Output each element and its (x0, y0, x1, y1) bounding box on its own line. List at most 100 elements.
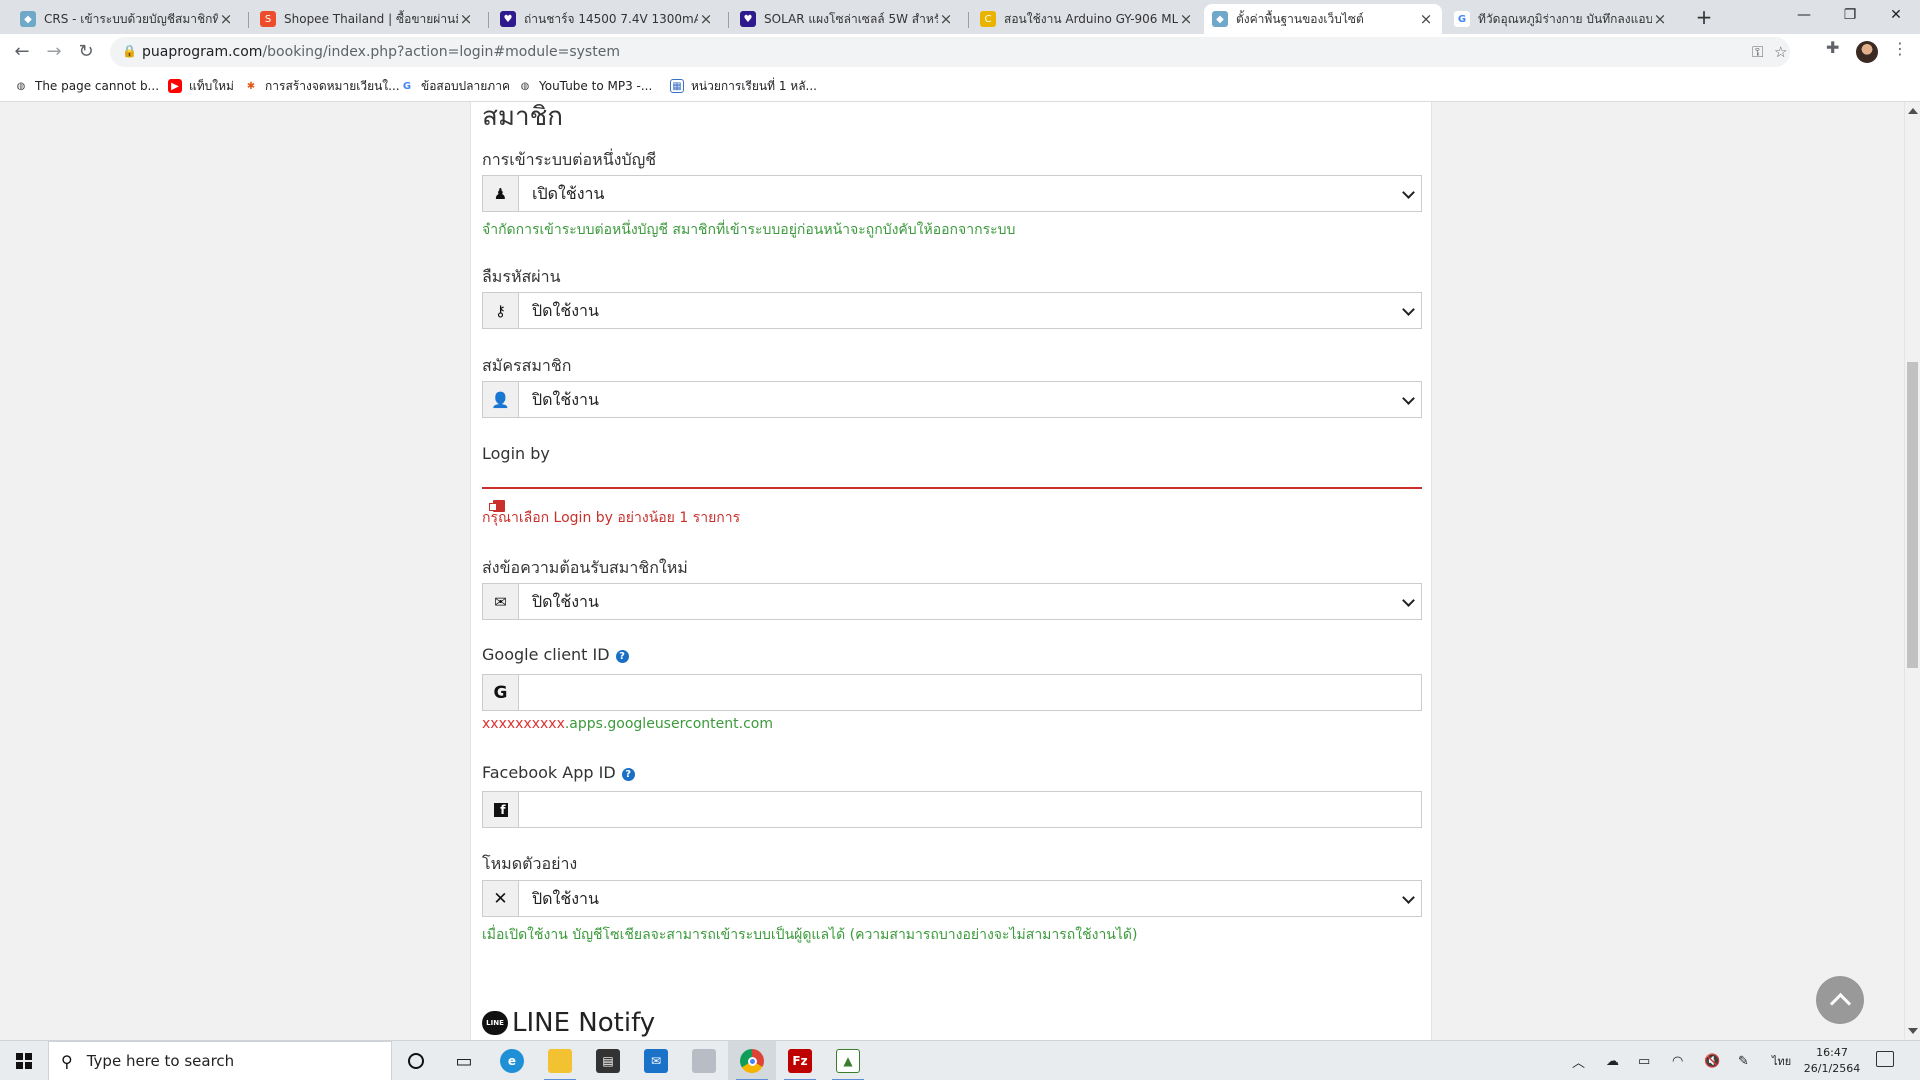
tab-crs-login[interactable]: ◆ CRS - เข้าระบบด้วยบัญชีสมาชิกที่มีอยู่… (12, 4, 242, 34)
demo-mode-select[interactable]: ✕ ปิดใช้งาน (482, 880, 1422, 917)
forgot-password-label: ลืมรหัสผ่าน (482, 267, 561, 286)
start-button[interactable] (0, 1041, 48, 1080)
login-per-account-label: การเข้าระบบต่อหนึ่งบัญชี (482, 150, 657, 169)
login-by-label: Login by (482, 444, 550, 463)
tab-title: สอนใช้งาน Arduino GY-906 MLX90 (1004, 11, 1178, 26)
welcome-message-select[interactable]: ✉ ปิดใช้งาน (482, 583, 1422, 620)
wifi-icon[interactable]: ◠ (1672, 1041, 1683, 1080)
tray-chevron-icon[interactable]: ︿ (1572, 1041, 1585, 1080)
address-bar[interactable]: 🔒 puaprogram.com/booking/index.php?actio… (110, 37, 1790, 67)
battery-icon[interactable]: ▭ (1638, 1041, 1650, 1080)
window-close-button[interactable]: ✕ (1868, 0, 1920, 30)
lock-icon: 🔒 (122, 44, 137, 58)
table-icon: ▦ (670, 79, 684, 93)
register-select[interactable]: 👤 ปิดใช้งาน (482, 381, 1422, 418)
close-icon[interactable]: × (1652, 10, 1668, 28)
scroll-up-arrow[interactable] (1908, 108, 1918, 114)
close-icon[interactable]: × (218, 10, 234, 28)
edge-icon[interactable]: e (488, 1041, 536, 1080)
login-by-error-underline (482, 487, 1422, 489)
volume-muted-icon[interactable]: 🔇 (1704, 1041, 1720, 1080)
store-icon[interactable]: ▤ (584, 1041, 632, 1080)
google-client-id-label: Google client ID? (482, 645, 629, 664)
tab-thermometer[interactable]: G ทีวัดอุณหภูมิร่างกาย บันทึกลงแอบ × (1446, 4, 1676, 34)
close-icon[interactable]: × (1178, 10, 1194, 28)
menu-icon[interactable]: ⋮ (1892, 39, 1908, 58)
bookmark-item[interactable]: ◍ YouTube to MP3 -... (518, 70, 653, 102)
lazada-icon: ♥ (500, 11, 516, 27)
tab-battery[interactable]: ♥ ถ่านชาร์จ 14500 7.4V 1300mAh ปลั๊ก × (492, 4, 722, 34)
scroll-down-arrow[interactable] (1908, 1028, 1918, 1034)
taskbar-clock[interactable]: 16:47 26/1/2564 (1800, 1045, 1864, 1077)
page-viewport: สมาชิก การเข้าระบบต่อหนึ่งบัญชี ♟ เปิดใช… (0, 102, 1904, 1040)
forgot-password-select[interactable]: ⚷ ปิดใช้งาน (482, 292, 1422, 329)
language-indicator[interactable]: ไทย (1772, 1041, 1791, 1080)
cortana-icon[interactable] (392, 1041, 440, 1080)
bookmark-item[interactable]: ◍ The page cannot b... (14, 70, 159, 102)
back-button[interactable]: ← (8, 38, 36, 66)
google-icon: G (402, 80, 412, 92)
pen-icon[interactable]: ✎ (1738, 1041, 1749, 1080)
shopee-icon: S (260, 11, 276, 27)
new-tab-button[interactable]: + (1690, 4, 1718, 32)
bookmark-item[interactable]: ▦ หน่วยการเรียนที่ 1 หลั... (670, 70, 817, 102)
tab-shopee[interactable]: S Shopee Thailand | ซื้อขายผ่านมือถือ × (252, 4, 482, 34)
section-heading: สมาชิก (482, 102, 563, 132)
help-icon[interactable]: ? (621, 768, 635, 781)
demo-mode-label: โหมดตัวอย่าง (482, 854, 578, 873)
scroll-to-top-button[interactable] (1816, 976, 1864, 1024)
tab-title: SOLAR แผงโซล่าเซลล์ 5W สำหรับชาร์จ (764, 11, 938, 26)
scrollbar-thumb[interactable] (1907, 362, 1918, 668)
help-icon[interactable]: ? (615, 650, 629, 663)
chart-app-icon[interactable]: ▲ (824, 1041, 872, 1080)
arduino-icon: C (980, 11, 996, 27)
elephant-icon: ◆ (20, 11, 36, 27)
close-icon[interactable]: × (458, 10, 474, 28)
tab-title: CRS - เข้าระบบด้วยบัญชีสมาชิกที่มีอยู่ (44, 11, 218, 26)
chevron-down-icon (1402, 891, 1415, 904)
tab-solar[interactable]: ♥ SOLAR แผงโซล่าเซลล์ 5W สำหรับชาร์จ × (732, 4, 962, 34)
register-label: สมัครสมาชิก (482, 356, 572, 375)
demo-mode-hint: เมื่อเปิดใช้งาน บัญชีโซเชียลจะสามารถเข้า… (482, 927, 1138, 943)
tab-site-settings[interactable]: ◆ ตั้งค่าพื้นฐานของเว็บไซต์ × (1204, 4, 1442, 34)
user-plus-icon: 👤 (483, 382, 519, 417)
star-icon[interactable]: ☆ (1774, 43, 1787, 61)
key-icon: ⚷ (483, 293, 519, 328)
key-icon[interactable]: ⚿ (1752, 43, 1763, 61)
clock-date: 26/1/2564 (1803, 1062, 1861, 1075)
notification-icon[interactable] (1876, 1051, 1894, 1067)
forward-button[interactable]: → (40, 38, 68, 66)
close-icon[interactable]: × (1418, 10, 1434, 28)
chrome-icon[interactable] (728, 1041, 776, 1080)
task-view-icon[interactable]: ▭ (440, 1041, 488, 1080)
globe-icon: ◍ (16, 80, 26, 92)
bookmark-label: ข้อสอบปลายภาค (421, 78, 510, 93)
tab-arduino[interactable]: C สอนใช้งาน Arduino GY-906 MLX90 × (972, 4, 1202, 34)
bookmark-item[interactable]: ✱ การสร้างจดหมายเวียนใ... (244, 70, 400, 102)
google-client-id-hint: xxxxxxxxxx.apps.googleusercontent.com (482, 716, 773, 732)
windows-icon (16, 1053, 32, 1069)
reload-button[interactable]: ↻ (72, 38, 100, 66)
profile-avatar[interactable] (1856, 41, 1878, 63)
google-client-id-input[interactable]: G (482, 674, 1422, 711)
extensions-icon[interactable]: ✚ (1826, 38, 1839, 57)
close-icon[interactable]: × (938, 10, 954, 28)
login-per-account-select[interactable]: ♟ เปิดใช้งาน (482, 175, 1422, 212)
elephant-icon: ◆ (1212, 11, 1228, 27)
bookmark-label: การสร้างจดหมายเวียนใ... (265, 78, 400, 93)
bookmark-label: YouTube to MP3 -... (539, 79, 653, 93)
facebook-app-id-input[interactable]: f (482, 791, 1422, 828)
bookmark-item[interactable]: ▶ แท็บใหม่ (168, 70, 234, 102)
bookmark-label: หน่วยการเรียนที่ 1 หลั... (691, 78, 817, 93)
taskbar-search[interactable]: ⚲ Type here to search (48, 1041, 392, 1080)
file-explorer-icon[interactable] (536, 1041, 584, 1080)
close-icon[interactable]: × (698, 10, 714, 28)
filezilla-icon[interactable]: Fz (776, 1041, 824, 1080)
bookmark-item[interactable]: G ข้อสอบปลายภาค (400, 70, 510, 102)
search-icon: ⚲ (61, 1051, 73, 1071)
page-scrollbar[interactable] (1904, 102, 1920, 1040)
app-icon[interactable] (680, 1041, 728, 1080)
cloud-icon[interactable]: ☁ (1606, 1041, 1619, 1080)
select-value: ปิดใช้งาน (532, 390, 599, 409)
mail-icon[interactable]: ✉ (632, 1041, 680, 1080)
